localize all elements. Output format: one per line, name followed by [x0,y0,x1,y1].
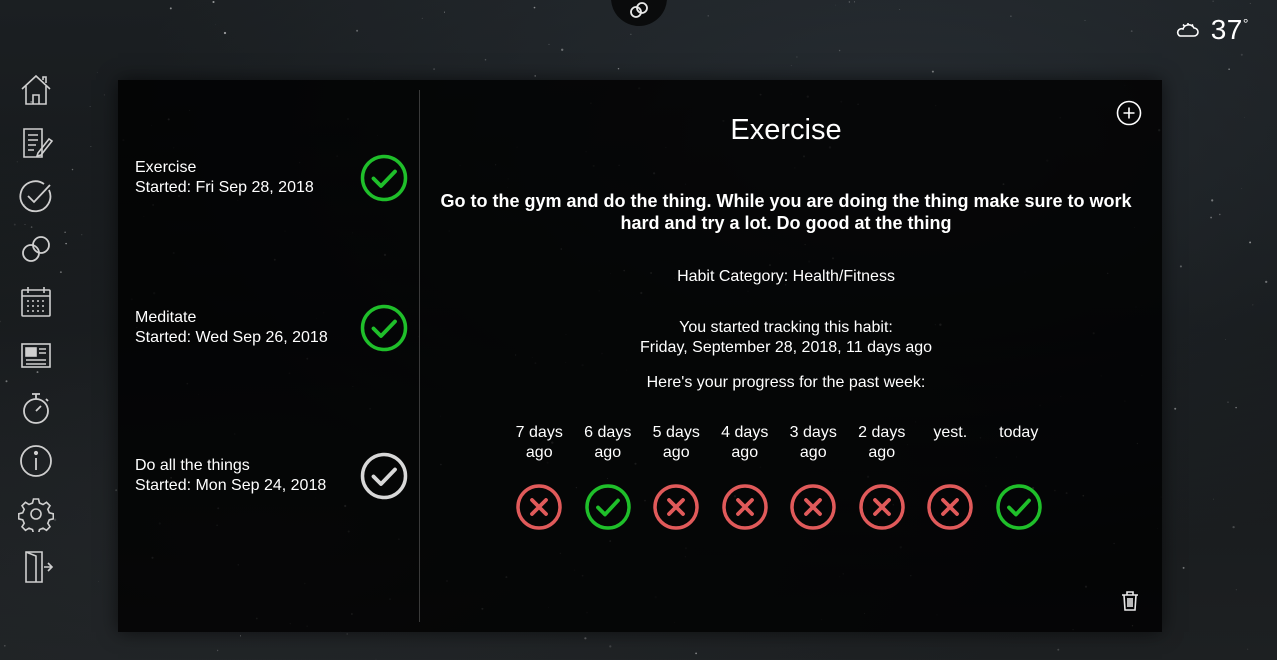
progress-day: yest. [916,423,985,531]
sidebar-item-news[interactable] [14,331,58,379]
progress-day-label: 7 days ago [516,423,563,463]
habit-started: Started: Fri Sep 28, 2018 [135,179,314,196]
progress-day: 5 days ago [642,423,711,531]
pending-check-icon[interactable] [359,451,409,501]
habit-item-exercise[interactable]: Exercise Started: Fri Sep 28, 2018 [135,143,409,213]
notes-icon [23,128,54,158]
progress-day-label: yest. [933,423,967,463]
completed-check-icon[interactable] [359,303,409,353]
habit-panel: Exercise Started: Fri Sep 28, 2018 Medit… [118,80,1162,632]
progress-day-label-line2: ago [731,444,759,461]
fail-x-icon[interactable] [652,483,700,531]
progress-day: today [985,423,1054,531]
habit-item-meditate[interactable]: Meditate Started: Wed Sep 26, 2018 [135,293,409,363]
success-check-icon[interactable] [995,483,1043,531]
fail-x-icon[interactable] [858,483,906,531]
progress-day-label-line1: 3 days [789,424,837,441]
fail-x-icon[interactable] [789,483,837,531]
progress-day-label-line1: 2 days [858,424,906,441]
home-icon [21,74,51,105]
fail-x-icon[interactable] [926,483,974,531]
habit-detail: Exercise Go to the gym and do the thing.… [420,80,1162,632]
progress-day-label: 2 days ago [858,423,905,463]
temperature-value: 37° [1210,14,1249,45]
logout-icon [25,551,54,583]
fail-x-icon[interactable] [721,483,769,531]
trash-icon [1122,591,1138,611]
progress-day: 2 days ago [848,423,917,531]
habit-item-do-all-the-things[interactable]: Do all the things Started: Mon Sep 24, 2… [135,441,409,511]
sidebar-item-tasks[interactable] [14,172,58,220]
sidebar [14,66,58,596]
progress-day-label-line2: ago [662,444,690,461]
progress-day-label: 5 days ago [653,423,700,463]
habit-item-text: Meditate Started: Wed Sep 26, 2018 [135,308,359,348]
progress-day-label-line1: 7 days [515,424,563,441]
sidebar-item-habits[interactable] [14,225,58,273]
progress-day-label-line1: today [999,424,1039,441]
progress-intro: Here's your progress for the past week: [646,374,926,391]
progress-day-label: 4 days ago [721,423,768,463]
habit-item-text: Exercise Started: Fri Sep 28, 2018 [135,158,359,198]
progress-day-label-line2: ago [799,444,827,461]
progress-day-label: today [999,423,1038,463]
completed-check-icon[interactable] [359,153,409,203]
habits-link-icon [22,236,50,262]
sidebar-item-timer[interactable] [14,384,58,432]
delete-habit-button[interactable] [1120,590,1140,617]
progress-day-label-line2: ago [868,444,896,461]
progress-day-label: 3 days ago [790,423,837,463]
progress-day-label-line1: 5 days [652,424,700,441]
habit-started: Started: Wed Sep 26, 2018 [135,329,328,346]
info-icon [20,445,52,477]
progress-day-label-line2: ago [594,444,622,461]
check-icon [19,180,52,213]
sidebar-item-notes[interactable] [14,119,58,167]
progress-day: 7 days ago [505,423,574,531]
habit-name: Exercise [135,159,197,176]
weekly-progress: 7 days ago 6 days ago 5 days ago 4 days ago 3 da… [505,423,1053,531]
progress-day-label-line1: 4 days [721,424,769,441]
progress-day: 4 days ago [711,423,780,531]
habits-link-button[interactable] [611,0,667,26]
progress-day: 3 days ago [779,423,848,531]
habit-title: Exercise [730,114,842,146]
habit-item-text: Do all the things Started: Mon Sep 24, 2… [135,456,359,496]
tracking-date: Friday, September 28, 2018, 11 days ago [639,339,933,356]
settings-icon [18,498,54,532]
sidebar-item-home[interactable] [14,66,58,114]
habit-description: Go to the gym and do the thing. While yo… [440,191,1132,233]
partly-cloudy-icon [1176,23,1199,37]
habit-name: Do all the things [135,457,250,474]
sidebar-item-calendar[interactable] [14,278,58,326]
progress-day-label-line1: yest. [933,424,968,441]
calendar-icon [21,287,51,317]
habit-category: Habit Category: Health/Fitness [677,268,895,285]
success-check-icon[interactable] [584,483,632,531]
news-icon [21,343,51,368]
link-icon [630,2,648,18]
sidebar-item-logout[interactable] [14,543,58,591]
progress-day-label-line1: 6 days [584,424,632,441]
tracking-intro: You started tracking this habit: [679,319,893,336]
weather-widget: 37° [1175,14,1249,46]
habit-started: Started: Mon Sep 24, 2018 [135,477,327,494]
timer-icon [23,393,49,424]
fail-x-icon[interactable] [515,483,563,531]
progress-day: 6 days ago [574,423,643,531]
habit-name: Meditate [135,309,197,326]
progress-day-label: 6 days ago [584,423,631,463]
sidebar-item-settings[interactable] [14,490,58,538]
sidebar-item-info[interactable] [14,437,58,485]
progress-day-label-line2: ago [525,444,553,461]
